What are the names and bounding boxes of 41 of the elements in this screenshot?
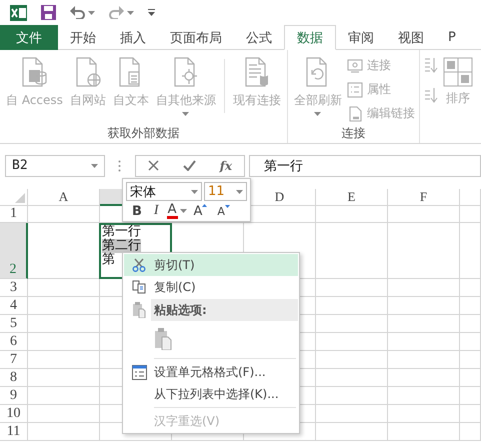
group-label: 获取外部数据 — [107, 125, 180, 142]
italic-button[interactable]: I — [150, 203, 163, 219]
ribbon-tab[interactable]: 文件 — [0, 25, 58, 50]
ribbon-tab[interactable]: P — [436, 25, 468, 50]
menu-item[interactable]: 复制(C) — [124, 276, 298, 298]
group-label: 连接 — [341, 125, 366, 142]
column-header[interactable]: F — [388, 189, 460, 206]
row-header[interactable]: 2 — [0, 223, 28, 279]
row-header[interactable]: 8 — [0, 369, 28, 387]
row-header[interactable]: 6 — [0, 333, 28, 351]
menu-item[interactable]: 设置单元格格式(F)... — [124, 361, 298, 383]
ribbon-tab[interactable]: 页面布局 — [158, 25, 234, 50]
row-header[interactable]: 9 — [0, 387, 28, 405]
row-header[interactable]: 4 — [0, 297, 28, 315]
cell-text: 第 — [102, 253, 115, 267]
row-header[interactable]: 3 — [0, 279, 28, 297]
cell-text: 第二行 — [102, 239, 141, 253]
insert-function-button[interactable]: fx — [220, 158, 232, 172]
font-size-dropdown[interactable]: 11 — [204, 182, 247, 201]
grow-font-button[interactable]: A — [190, 204, 210, 218]
menu-item[interactable]: 从下拉列表中选择(K)... — [124, 383, 298, 405]
ribbon-tab[interactable]: 审阅 — [336, 25, 386, 50]
row-header[interactable]: 10 — [0, 405, 28, 423]
ribbon-tab[interactable]: 数据 — [284, 25, 336, 50]
menu-item[interactable]: 剪切(T) — [124, 254, 298, 276]
formula-input[interactable]: 第一行 — [249, 154, 481, 176]
ribbon-tab[interactable]: 开始 — [58, 25, 108, 50]
font-dropdown[interactable]: 宋体 — [126, 182, 202, 201]
ribbon-tab[interactable]: 插入 — [108, 25, 158, 50]
font-color-button[interactable]: A — [166, 204, 178, 218]
ribbon-tab[interactable]: 公式 — [234, 25, 284, 50]
menu-section-header: 粘贴选项: — [151, 299, 298, 321]
shrink-font-button[interactable]: A — [214, 204, 233, 218]
bold-button[interactable]: B — [128, 204, 146, 218]
column-header[interactable]: E — [316, 189, 388, 206]
ribbon-tab[interactable]: 视图 — [386, 25, 436, 50]
name-box[interactable]: B2 — [5, 154, 105, 176]
row-header[interactable]: 7 — [0, 351, 28, 369]
cell-reference: B2 — [12, 158, 28, 173]
row-header[interactable]: 5 — [0, 315, 28, 333]
row-header[interactable]: 11 — [0, 423, 28, 441]
